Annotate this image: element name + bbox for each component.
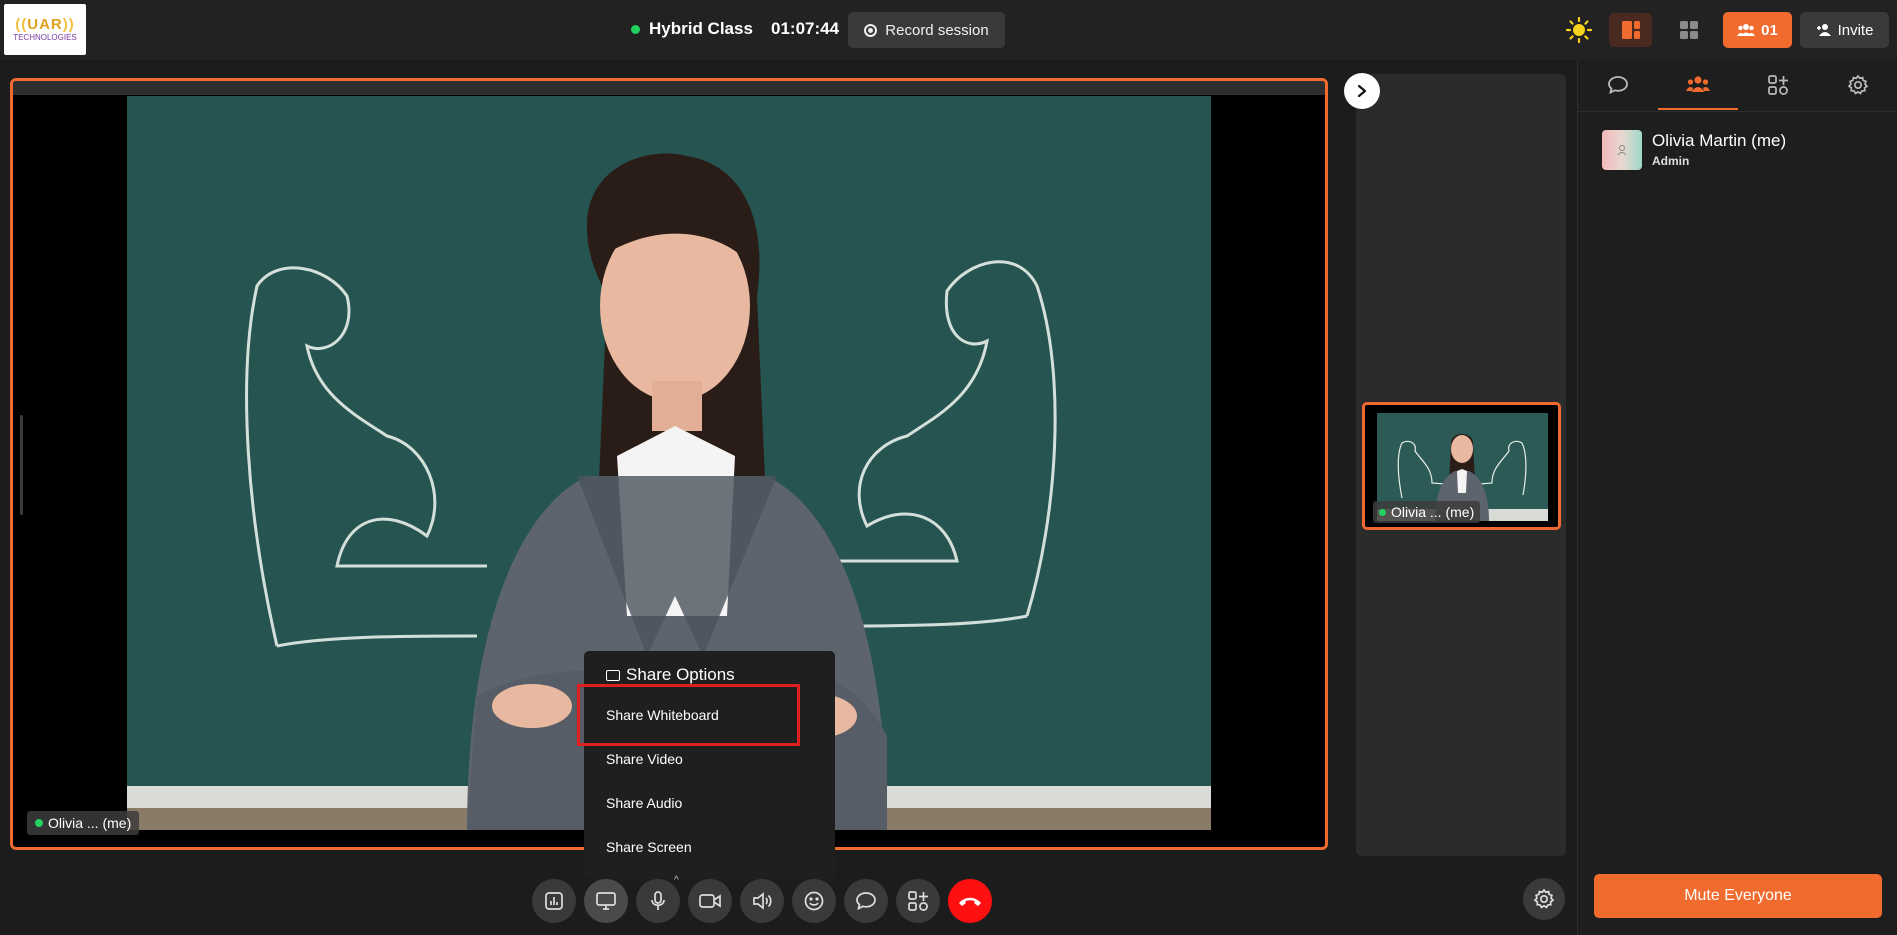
thumbnail-name-tag: Olivia ... (me) bbox=[1373, 501, 1481, 523]
apps-icon bbox=[908, 891, 928, 911]
speaker-icon bbox=[753, 892, 772, 910]
add-user-icon bbox=[1816, 24, 1831, 36]
video-settings-button[interactable] bbox=[1523, 878, 1565, 920]
camera-options-caret-icon[interactable]: ^ bbox=[674, 875, 679, 886]
participant-role: Admin bbox=[1652, 154, 1690, 168]
left-resize-handle[interactable] bbox=[20, 415, 23, 515]
collapse-strip-button[interactable] bbox=[1344, 73, 1380, 109]
tab-settings[interactable] bbox=[1818, 60, 1897, 110]
apps-icon bbox=[1768, 75, 1788, 95]
video-top-strip bbox=[13, 81, 1325, 95]
participants-icon bbox=[1686, 76, 1710, 92]
call-controls: ^ bbox=[532, 875, 992, 923]
screen-icon bbox=[606, 669, 620, 681]
avatar-placeholder-icon bbox=[1617, 145, 1627, 156]
record-icon bbox=[864, 23, 878, 37]
tab-apps[interactable] bbox=[1738, 60, 1818, 110]
grid-layout-button[interactable] bbox=[1667, 13, 1710, 47]
share-screen-button[interactable] bbox=[584, 879, 628, 923]
tab-chat[interactable] bbox=[1578, 60, 1658, 110]
session-title: Hybrid Class bbox=[649, 19, 753, 38]
microphone-icon bbox=[651, 891, 665, 910]
speaker-button[interactable] bbox=[740, 879, 784, 923]
highlight-box bbox=[577, 684, 800, 746]
people-icon bbox=[1737, 24, 1756, 36]
top-bar: ((UAR)) TECHNOLOGIES Hybrid Class 01:07:… bbox=[0, 0, 1897, 60]
participant-list-item[interactable]: Olivia Martin (me) Admin bbox=[1602, 130, 1786, 170]
camera-icon bbox=[699, 894, 721, 908]
chat-bubble-icon bbox=[856, 892, 876, 911]
share-options-title: Share Options bbox=[626, 665, 735, 684]
end-call-icon bbox=[959, 897, 981, 906]
chat-icon bbox=[1608, 76, 1628, 95]
apps-button[interactable] bbox=[896, 879, 940, 923]
emoji-button[interactable] bbox=[792, 879, 836, 923]
mute-everyone-button[interactable]: Mute Everyone bbox=[1594, 874, 1882, 918]
live-status-dot bbox=[631, 24, 640, 34]
chevron-right-icon bbox=[1357, 84, 1367, 98]
share-options-header: Share Options bbox=[606, 665, 735, 685]
invite-label: Invite bbox=[1837, 21, 1874, 39]
session-timer: 01:07:44 bbox=[771, 19, 840, 38]
participants-count-button[interactable]: 01 bbox=[1723, 12, 1792, 48]
thumbnail-name: Olivia ... (me) bbox=[1391, 504, 1475, 520]
gear-icon bbox=[1533, 888, 1555, 909]
avatar bbox=[1602, 130, 1642, 170]
poll-icon bbox=[545, 892, 563, 910]
participants-count: 01 bbox=[1761, 21, 1778, 39]
share-screen-icon bbox=[596, 892, 616, 910]
poll-button[interactable] bbox=[532, 879, 576, 923]
theme-toggle-sun-icon[interactable] bbox=[1565, 16, 1593, 44]
settings-icon bbox=[1847, 74, 1869, 95]
share-audio-item[interactable]: Share Audio bbox=[606, 795, 682, 811]
emoji-icon bbox=[804, 891, 824, 911]
camera-button[interactable]: ^ bbox=[674, 875, 732, 923]
invite-button[interactable]: Invite bbox=[1800, 12, 1889, 48]
company-logo: ((UAR)) TECHNOLOGIES bbox=[4, 4, 86, 55]
participant-thumbnail[interactable]: Olivia ... (me) bbox=[1362, 402, 1561, 530]
panel-tabs bbox=[1578, 60, 1897, 112]
grid-layout-icon bbox=[1679, 21, 1698, 39]
tab-participants[interactable] bbox=[1658, 60, 1738, 110]
participant-name: Olivia Martin (me) bbox=[1652, 131, 1787, 150]
session-info: Hybrid Class bbox=[631, 17, 753, 41]
main-video-name-tag: Olivia ... (me) bbox=[27, 811, 140, 835]
online-dot bbox=[1379, 508, 1386, 516]
online-dot bbox=[35, 819, 43, 827]
main-video-name: Olivia ... (me) bbox=[48, 815, 132, 831]
speaker-layout-icon bbox=[1621, 21, 1640, 39]
record-session-button[interactable]: Record session bbox=[848, 12, 1005, 48]
side-panel: Olivia Martin (me) Admin Mute Everyone bbox=[1577, 60, 1897, 935]
chat-button[interactable] bbox=[844, 879, 888, 923]
record-session-label: Record session bbox=[885, 21, 989, 39]
share-video-item[interactable]: Share Video bbox=[606, 751, 683, 767]
speaker-layout-button[interactable] bbox=[1609, 13, 1652, 47]
share-screen-item[interactable]: Share Screen bbox=[606, 839, 692, 855]
end-call-button[interactable] bbox=[948, 879, 992, 923]
